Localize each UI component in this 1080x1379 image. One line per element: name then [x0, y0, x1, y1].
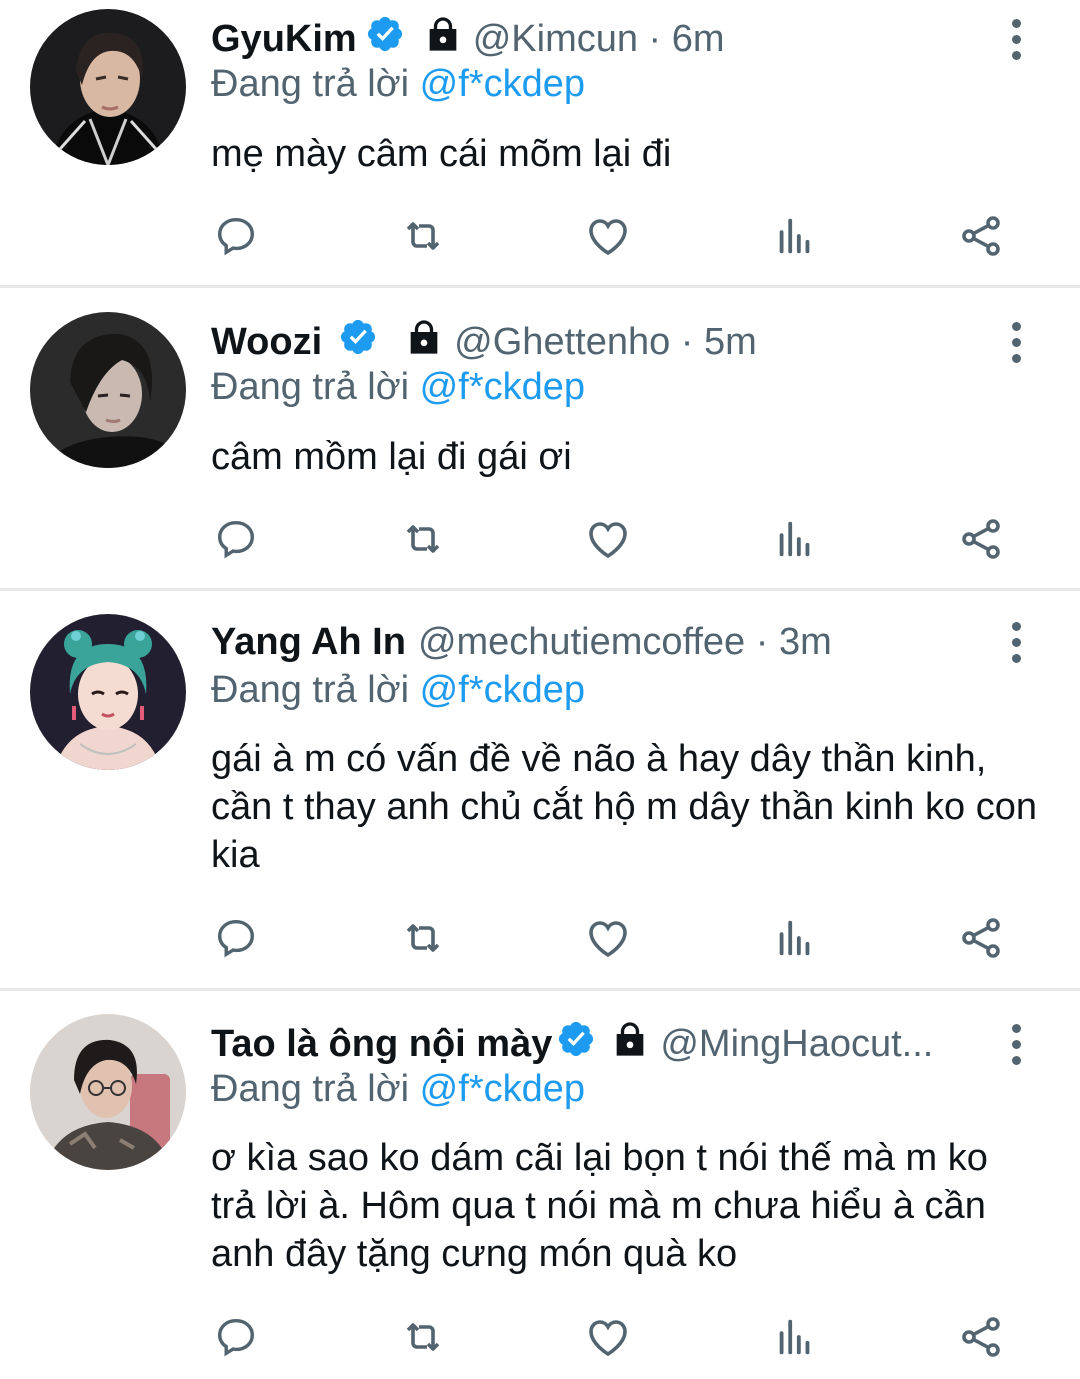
tweet-text: ơ kìa sao ko dám cãi lại bọn t nói thế m… [211, 1137, 988, 1275]
tweet-text: câm mồm lại đi gái ơi [211, 436, 572, 478]
avatar[interactable] [30, 614, 186, 770]
display-name[interactable]: Yang Ah In [211, 621, 406, 664]
like-icon[interactable] [580, 208, 636, 264]
handle-and-time[interactable]: @mechutiemcoffee · 3m [418, 621, 832, 664]
replying-to: Đang trả lời @f*ckdep [211, 366, 585, 409]
lock-icon [404, 317, 444, 367]
handle-and-time[interactable]: @Kimcun · 6m [473, 18, 725, 61]
tweet-header: Yang Ah In @mechutiemcoffee · 3m [211, 617, 1000, 667]
tweet[interactable]: GyuKim @Kimcun · 6m Đang trả lời @f*ckde… [0, 0, 1080, 285]
replying-to: Đang trả lời @f*ckdep [211, 669, 585, 712]
display-name[interactable]: Woozi [211, 321, 322, 364]
tweet-header: Tao là ông nội mày @MingHaocut... [211, 1019, 1000, 1069]
share-icon[interactable] [953, 208, 1009, 264]
display-name[interactable]: GyuKim [211, 18, 357, 61]
tweet-text: gái à m có vấn đề về não à hay dây thần … [211, 738, 1037, 876]
retweet-icon[interactable] [395, 511, 451, 567]
tweet-header: GyuKim @Kimcun · 6m [211, 14, 1000, 64]
avatar[interactable] [30, 312, 186, 468]
lock-icon [423, 14, 463, 64]
share-icon[interactable] [953, 511, 1009, 567]
more-options-icon[interactable] [998, 617, 1034, 667]
more-options-icon[interactable] [998, 14, 1034, 64]
verified-badge-icon [365, 14, 405, 64]
more-options-icon[interactable] [998, 1019, 1034, 1069]
views-icon[interactable] [767, 511, 823, 567]
tweet-header: Woozi @Ghettenho · 5m [211, 317, 1000, 367]
replying-prefix: Đang trả lời [211, 669, 410, 711]
mention-link[interactable]: @f*ckdep [420, 1068, 585, 1110]
action-bar [0, 208, 1080, 264]
handle-and-time[interactable]: @Ghettenho · 5m [454, 321, 757, 364]
action-bar [0, 1309, 1080, 1365]
lock-icon [610, 1019, 650, 1069]
retweet-icon[interactable] [395, 208, 451, 264]
mention-link[interactable]: @f*ckdep [420, 366, 585, 408]
retweet-icon[interactable] [395, 1309, 451, 1365]
replying-to: Đang trả lời @f*ckdep [211, 1068, 585, 1111]
tweet[interactable]: Woozi @Ghettenho · 5m Đang trả lời @f*ck… [0, 288, 1080, 588]
tweet-text: mẹ mày câm cái mõm lại đi [211, 133, 672, 175]
avatar[interactable] [30, 1014, 186, 1170]
reply-icon[interactable] [208, 511, 264, 567]
like-icon[interactable] [580, 910, 636, 966]
like-icon[interactable] [580, 511, 636, 567]
reply-icon[interactable] [208, 208, 264, 264]
replying-prefix: Đang trả lời [211, 1068, 410, 1110]
more-options-icon[interactable] [998, 317, 1034, 367]
replying-prefix: Đang trả lời [211, 63, 410, 105]
display-name[interactable]: Tao là ông nội mày [211, 1023, 552, 1066]
mention-link[interactable]: @f*ckdep [420, 669, 585, 711]
views-icon[interactable] [767, 1309, 823, 1365]
replying-to: Đang trả lời @f*ckdep [211, 63, 585, 106]
reply-icon[interactable] [208, 910, 264, 966]
reply-icon[interactable] [208, 1309, 264, 1365]
retweet-icon[interactable] [395, 910, 451, 966]
verified-badge-icon [338, 317, 378, 367]
handle-and-time[interactable]: @MingHaocut... [660, 1023, 933, 1066]
share-icon[interactable] [953, 910, 1009, 966]
replying-prefix: Đang trả lời [211, 366, 410, 408]
views-icon[interactable] [767, 910, 823, 966]
tweet[interactable]: Tao là ông nội mày @MingHaocut... Đang t… [0, 991, 1080, 1379]
tweet[interactable]: Yang Ah In @mechutiemcoffee · 3m Đang tr… [0, 591, 1080, 988]
mention-link[interactable]: @f*ckdep [420, 63, 585, 105]
action-bar [0, 511, 1080, 567]
views-icon[interactable] [767, 208, 823, 264]
action-bar [0, 910, 1080, 966]
avatar[interactable] [30, 9, 186, 165]
verified-badge-icon [556, 1019, 596, 1069]
share-icon[interactable] [953, 1309, 1009, 1365]
like-icon[interactable] [580, 1309, 636, 1365]
